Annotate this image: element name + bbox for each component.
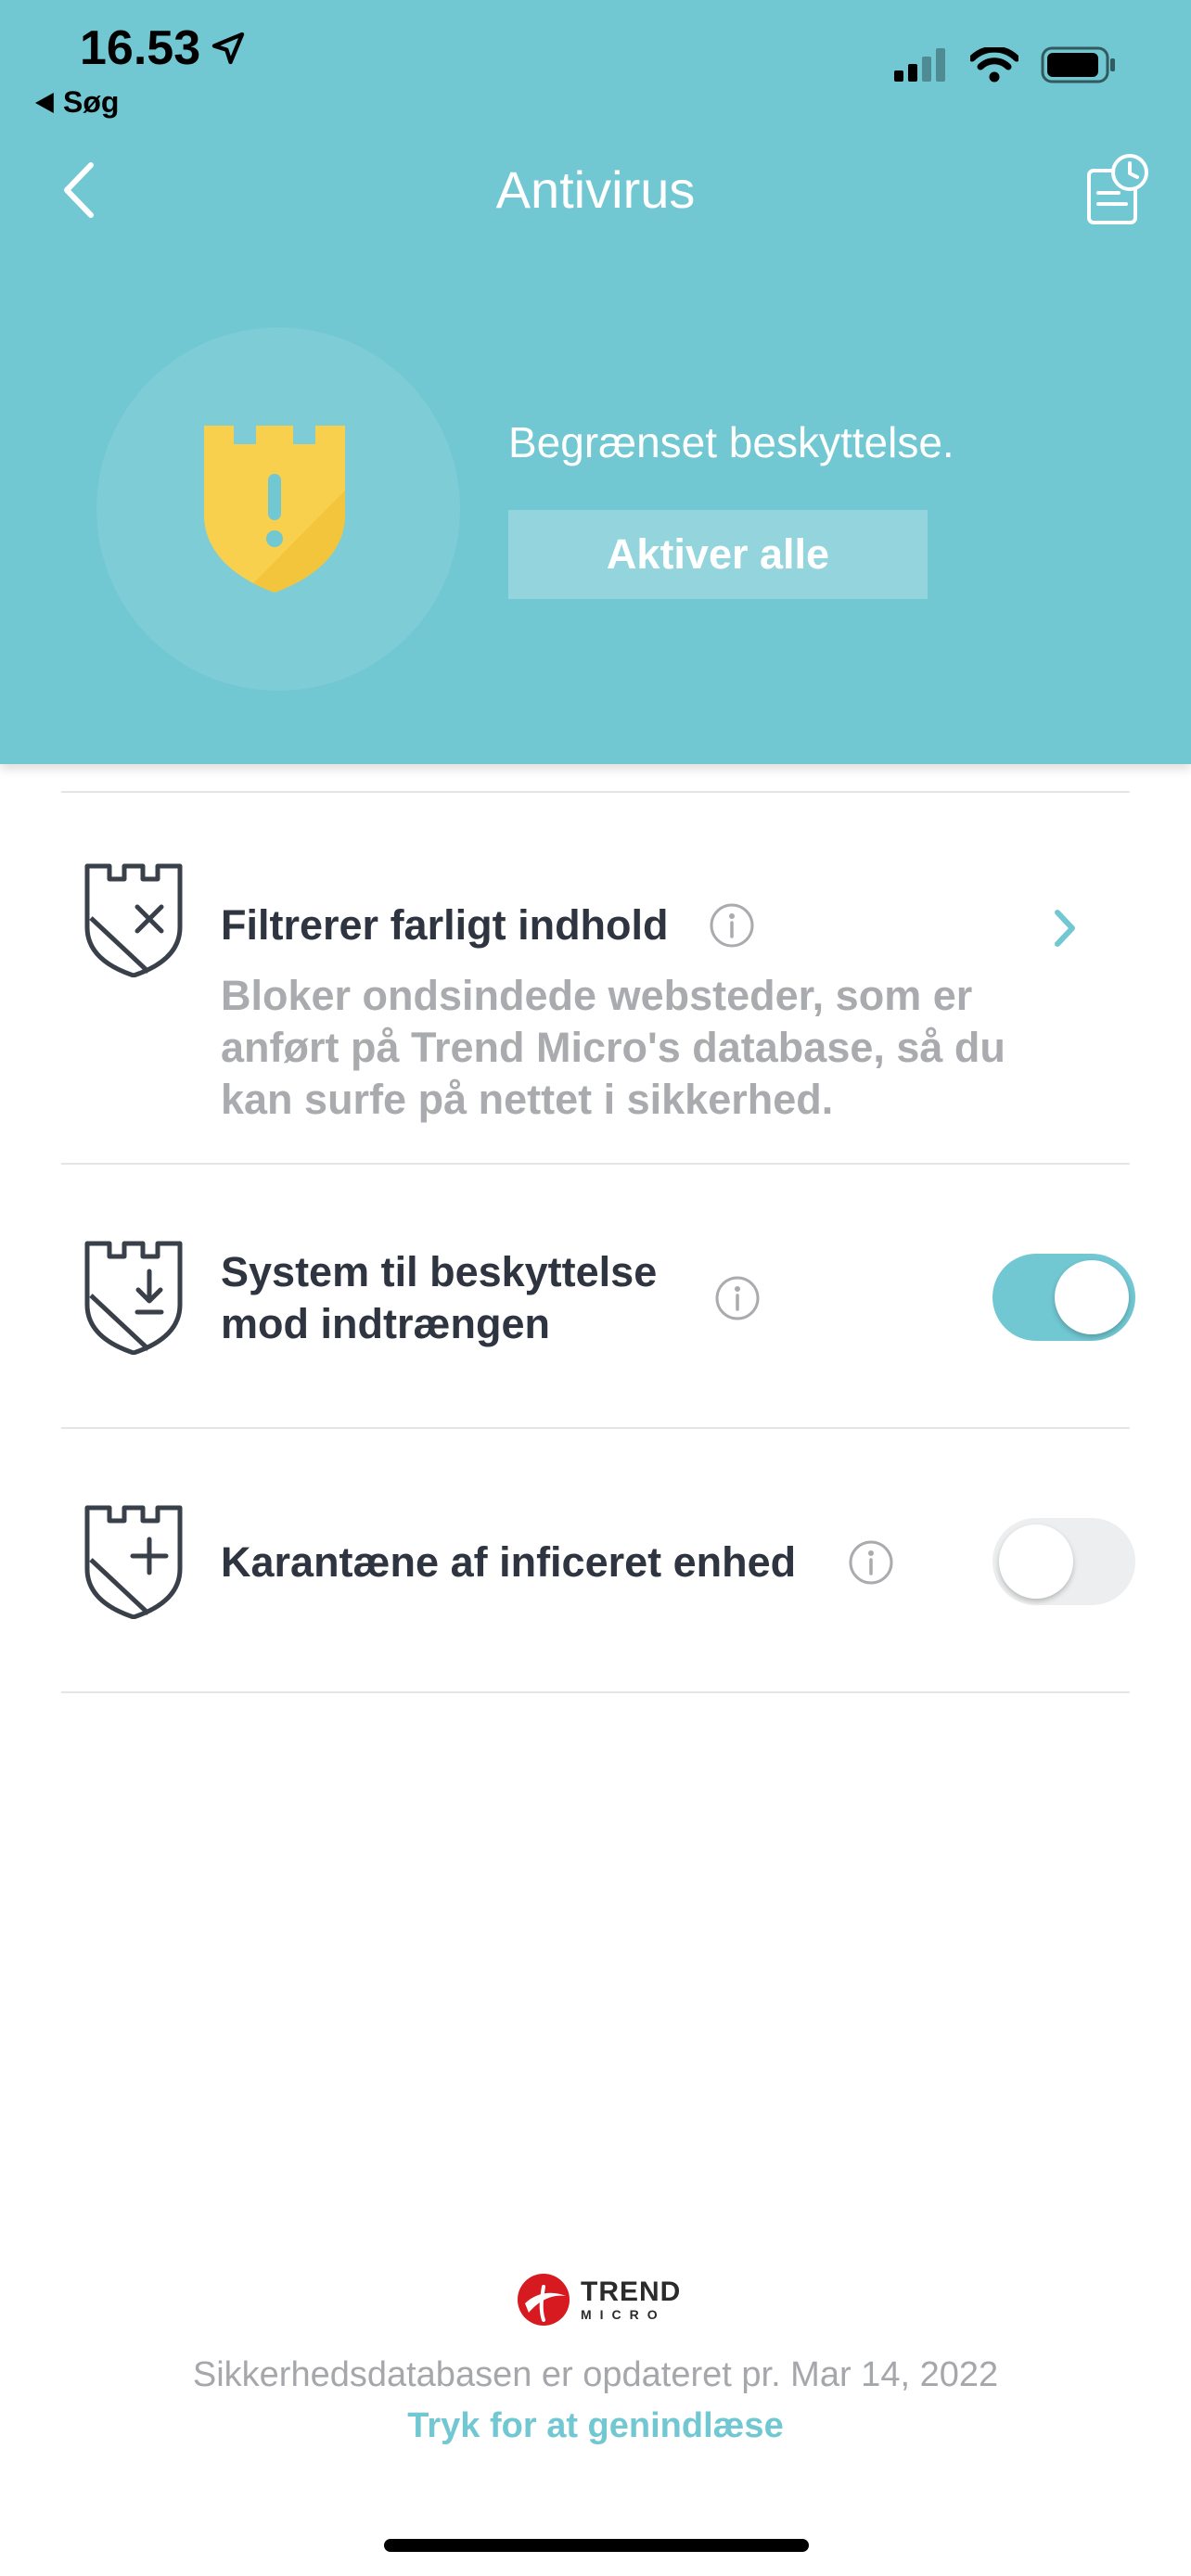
logo-wordmark: TREND MICRO bbox=[581, 2276, 682, 2322]
shield-x-icon bbox=[84, 863, 183, 977]
divider bbox=[61, 1691, 1130, 1693]
header: 16.53 Søg Antivirus Begrænset beskyttels… bbox=[0, 0, 1191, 764]
reload-link[interactable]: Tryk for at genindlæse bbox=[0, 2406, 1191, 2446]
shield-plus-icon bbox=[84, 1505, 183, 1619]
divider bbox=[61, 791, 1130, 793]
logo-line1: TREND bbox=[581, 2276, 682, 2307]
battery-icon bbox=[1041, 46, 1115, 83]
shield-warning-icon bbox=[204, 426, 345, 593]
cellular-signal-icon bbox=[894, 48, 945, 82]
activate-all-button[interactable]: Aktiver alle bbox=[508, 510, 928, 599]
trend-micro-logo-mark bbox=[518, 2274, 570, 2326]
back-to-search-label: Søg bbox=[63, 85, 120, 119]
item-title-line2: mod indtrængen bbox=[221, 1300, 550, 1347]
status-time: 16.53 bbox=[80, 20, 247, 76]
toggle-knob bbox=[999, 1524, 1073, 1599]
divider bbox=[61, 1427, 1130, 1429]
trend-micro-logo: TREND MICRO bbox=[516, 2272, 681, 2327]
status-time-label: 16.53 bbox=[80, 21, 201, 75]
toggle-knob bbox=[1055, 1260, 1129, 1334]
database-update-text: Sikkerhedsdatabasen er opdateret pr. Mar… bbox=[192, 2355, 999, 2394]
wifi-icon bbox=[970, 47, 1018, 83]
history-log-icon[interactable] bbox=[1083, 152, 1150, 226]
back-triangle-icon bbox=[35, 92, 54, 113]
divider bbox=[61, 1163, 1130, 1165]
back-to-search[interactable]: Søg bbox=[35, 85, 119, 120]
page-title: Antivirus bbox=[495, 160, 696, 219]
location-arrow-icon bbox=[211, 32, 245, 65]
item-description: Bloker ondsindede websteder, som er anfø… bbox=[221, 972, 1005, 1123]
protection-status-text: Begrænset beskyttelse. bbox=[508, 418, 954, 466]
quarantine-toggle[interactable] bbox=[992, 1518, 1135, 1605]
info-icon[interactable] bbox=[709, 902, 755, 949]
info-icon[interactable] bbox=[848, 1539, 894, 1586]
intrusion-protection-toggle[interactable] bbox=[992, 1254, 1135, 1341]
item-title-line1: System til beskyttelse bbox=[221, 1248, 658, 1295]
info-icon[interactable] bbox=[714, 1275, 761, 1321]
logo-line2: MICRO bbox=[581, 2307, 666, 2322]
item-title: Karantæne af inficeret enhed bbox=[221, 1538, 797, 1586]
shield-download-icon bbox=[84, 1241, 183, 1355]
home-indicator[interactable] bbox=[384, 2539, 809, 2552]
item-title: System til beskyttelse mod indtrængen bbox=[221, 1246, 657, 1350]
status-indicators bbox=[894, 46, 1117, 83]
item-title: Filtrerer farligt indhold bbox=[221, 901, 669, 949]
chevron-right-icon[interactable] bbox=[1046, 905, 1083, 951]
